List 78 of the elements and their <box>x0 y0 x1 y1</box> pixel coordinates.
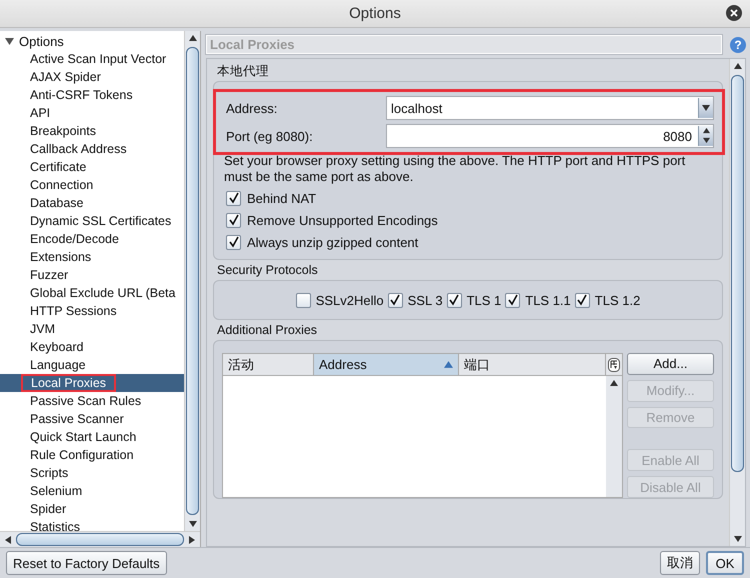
scroll-up-icon[interactable] <box>610 379 618 387</box>
tree-item[interactable]: Anti-CSRF Tokens <box>0 86 184 104</box>
checkbox-icon[interactable] <box>226 190 241 206</box>
cancel-button[interactable]: 取消 <box>660 551 700 575</box>
scroll-up-icon[interactable] <box>188 34 196 42</box>
checkbox-icon[interactable] <box>226 212 241 228</box>
tree-item[interactable]: Callback Address <box>0 140 184 158</box>
section-heading: Security Protocols <box>216 262 319 279</box>
expand-icon[interactable] <box>5 36 14 46</box>
tree-item[interactable]: Language <box>0 356 184 374</box>
checkbox[interactable]: TLS 1 <box>446 289 502 311</box>
scroll-right-icon[interactable] <box>188 536 196 544</box>
scroll-down-icon[interactable] <box>188 520 196 528</box>
scrollbar[interactable] <box>184 31 200 531</box>
tree-item[interactable]: Breakpoints <box>0 122 184 140</box>
tree-item[interactable]: HTTP Sessions <box>0 302 184 320</box>
close-button[interactable] <box>726 5 742 21</box>
action-button[interactable]: Add... <box>627 353 714 375</box>
section-heading: 本地代理 <box>216 63 270 80</box>
tree-item[interactable]: JVM <box>0 320 184 338</box>
scrollbar[interactable] <box>729 59 745 546</box>
checkbox[interactable]: SSL 3 <box>388 289 443 311</box>
tree-item[interactable]: Options <box>0 32 184 50</box>
tree-item[interactable]: Encode/Decode <box>0 230 184 248</box>
ok-button[interactable]: OK <box>706 551 744 575</box>
help-button[interactable]: ? <box>730 36 746 52</box>
scroll-up-icon[interactable] <box>734 62 742 70</box>
address-field[interactable]: localhost <box>386 96 714 120</box>
sort-ascending-icon <box>444 360 453 369</box>
checkbox[interactable]: Behind NAT <box>222 187 714 209</box>
checkbox[interactable]: TLS 1.2 <box>574 289 640 311</box>
checkbox-icon[interactable] <box>446 292 462 308</box>
tree-item[interactable]: Global Exclude URL (Beta <box>0 284 184 302</box>
tree-item[interactable]: Passive Scan Rules <box>0 392 184 410</box>
tree-item[interactable]: Quick Start Launch <box>0 428 184 446</box>
port-field[interactable]: 8080 <box>386 124 714 148</box>
horizontal-scrollbar[interactable] <box>0 531 200 547</box>
tree-item[interactable]: Extensions <box>0 248 184 266</box>
tree-item[interactable]: Dynamic SSL Certificates <box>0 212 184 230</box>
scroll-left-icon[interactable] <box>4 536 12 544</box>
column-header[interactable]: Address <box>314 354 459 375</box>
section-heading: Additional Proxies <box>216 322 318 339</box>
tree-item[interactable]: API <box>0 104 184 122</box>
tree-item[interactable]: Statistics <box>0 518 184 531</box>
column-chooser-icon[interactable] <box>608 358 620 372</box>
hint-text: Set your browser proxy setting using the above. The HTTP port and HTTPS port must be the same port as above. <box>223 152 686 186</box>
checkbox[interactable]: SSLv2Hello <box>296 289 384 311</box>
checkbox-icon[interactable] <box>388 292 403 308</box>
checkbox[interactable]: Remove Unsupported Encodings <box>222 209 714 231</box>
tree-item[interactable]: Local Proxies <box>0 374 184 392</box>
tree-item[interactable]: Passive Scanner <box>0 410 184 428</box>
tree-item[interactable]: Keyboard <box>0 338 184 356</box>
tree-item[interactable]: Database <box>0 194 184 212</box>
checkbox-icon[interactable] <box>505 292 520 308</box>
checkbox[interactable]: Always unzip gzipped content <box>222 231 714 253</box>
spinner-icon[interactable] <box>698 126 713 146</box>
field-label: Address: <box>226 100 278 116</box>
tree-item[interactable]: Active Scan Input Vector <box>0 50 184 68</box>
tree-item[interactable]: Rule Configuration <box>0 446 184 464</box>
tree-item[interactable]: AJAX Spider <box>0 68 184 86</box>
tree-item[interactable]: Certificate <box>0 158 184 176</box>
tree-item-label: Options <box>19 34 64 48</box>
scrollbar[interactable] <box>606 376 622 497</box>
tree-item[interactable]: Connection <box>0 176 184 194</box>
panel-title: Local Proxies <box>206 35 722 54</box>
tree-item[interactable]: Scripts <box>0 464 184 482</box>
field-label: Port (eg 8080): <box>226 128 314 144</box>
scroll-down-icon[interactable] <box>734 535 742 543</box>
tree-item[interactable]: Spider <box>0 500 184 518</box>
checkbox-icon[interactable] <box>296 292 311 308</box>
dropdown-icon[interactable] <box>698 98 713 118</box>
checkbox-icon[interactable] <box>574 292 590 308</box>
tree-item[interactable]: Fuzzer <box>0 266 184 284</box>
window-title: Options <box>349 5 401 22</box>
reset-button[interactable]: Reset to Factory Defaults <box>6 551 167 575</box>
tree-item[interactable]: Selenium <box>0 482 184 500</box>
checkbox-icon[interactable] <box>226 234 241 250</box>
checkbox[interactable]: TLS 1.1 <box>505 289 571 311</box>
